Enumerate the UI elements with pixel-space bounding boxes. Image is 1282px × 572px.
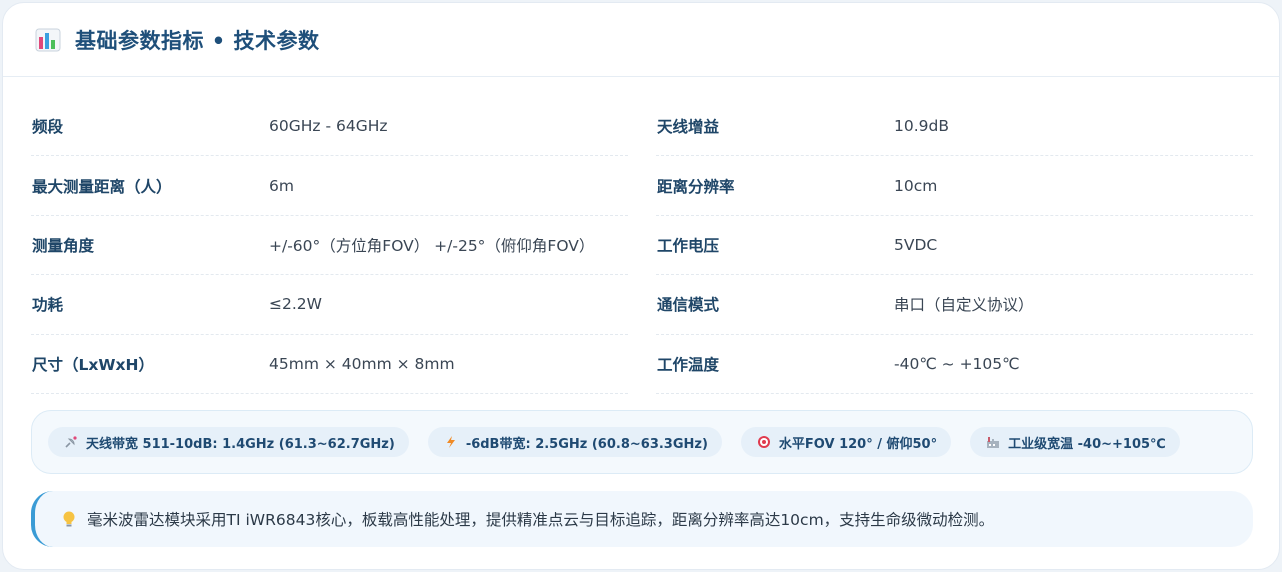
param-value: 10.9dB: [894, 117, 949, 136]
lightbulb-icon: [61, 510, 77, 528]
param-value: 60GHz - 64GHz: [269, 117, 388, 136]
param-label: 功耗: [32, 296, 64, 315]
feature-badge: 天线带宽 511-10dB: 1.4GHz (61.3~62.7GHz): [48, 427, 409, 457]
param-value: 10cm: [894, 176, 938, 195]
param-grid: 频段 60GHz - 64GHz 天线增益 10.9dB 最大测量距离（人） 6m 距…: [31, 97, 1253, 394]
param-row: 工作电压 5VDC: [656, 216, 1253, 276]
param-row: 工作温度 -40℃ ~ +105℃: [656, 335, 1253, 394]
lightning-icon: [444, 435, 458, 449]
param-value: ≤2.2W: [269, 295, 322, 314]
spec-card: 基础参数指标 • 技术参数 频段 60GHz - 64GHz 天线增益 10.9dB…: [2, 2, 1280, 570]
param-label: 尺寸（LxWxH）: [32, 355, 154, 374]
param-row: 距离分辨率 10cm: [656, 156, 1253, 216]
param-row: 频段 60GHz - 64GHz: [31, 97, 628, 157]
param-label: 频段: [32, 118, 64, 137]
satellite-icon: [64, 435, 78, 449]
feature-badges: 天线带宽 511-10dB: 1.4GHz (61.3~62.7GHz) -6d…: [31, 410, 1253, 474]
feature-badge: 水平FOV 120° / 俯仰50°: [740, 427, 952, 457]
param-label: 天线增益: [657, 118, 720, 137]
badge-text: 工业级宽温 -40~+105℃: [1008, 436, 1166, 452]
param-row: 最大测量距离（人） 6m: [31, 156, 628, 216]
param-label: 最大测量距离（人）: [32, 177, 172, 196]
param-label: 测量角度: [32, 236, 95, 255]
param-label: 工作电压: [657, 236, 720, 255]
param-row: 天线增益 10.9dB: [656, 97, 1253, 157]
badge-text: 天线带宽 511-10dB: 1.4GHz (61.3~62.7GHz): [86, 436, 395, 452]
badge-text: -6dB带宽: 2.5GHz (60.8~63.3GHz): [465, 436, 708, 452]
param-row: 测量角度 +/-60°（方位角FOV） +/-25°（俯仰角FOV）: [31, 216, 628, 276]
info-note: 毫米波雷达模块采用TI iWR6843核心，板载高性能处理，提供精准点云与目标追…: [31, 491, 1253, 547]
param-row: 通信模式 串口（自定义协议）: [656, 275, 1253, 335]
param-value: 串口（自定义协议）: [894, 296, 1034, 315]
page-title: 基础参数指标 • 技术参数: [75, 28, 320, 53]
card-header: 基础参数指标 • 技术参数: [3, 3, 1279, 77]
param-row: 尺寸（LxWxH） 45mm × 40mm × 8mm: [31, 335, 628, 394]
param-label: 通信模式: [657, 296, 720, 315]
param-label: 工作温度: [657, 355, 720, 374]
param-label: 距离分辨率: [657, 177, 735, 196]
param-value: 5VDC: [894, 235, 938, 254]
param-row: 功耗 ≤2.2W: [31, 275, 628, 335]
param-value: 6m: [269, 176, 294, 195]
badge-text: 水平FOV 120° / 俯仰50°: [778, 436, 938, 452]
factory-icon: [986, 435, 1000, 449]
bar-chart-icon: [35, 27, 61, 53]
feature-badge: -6dB带宽: 2.5GHz (60.8~63.3GHz): [427, 427, 722, 457]
target-icon: [757, 435, 771, 449]
param-value: -40℃ ~ +105℃: [894, 354, 1020, 373]
param-value: 45mm × 40mm × 8mm: [269, 354, 455, 373]
feature-badge: 工业级宽温 -40~+105℃: [970, 427, 1180, 457]
note-text: 毫米波雷达模块采用TI iWR6843核心，板载高性能处理，提供精准点云与目标追…: [87, 511, 995, 529]
param-value: +/-60°（方位角FOV） +/-25°（俯仰角FOV）: [269, 236, 595, 255]
